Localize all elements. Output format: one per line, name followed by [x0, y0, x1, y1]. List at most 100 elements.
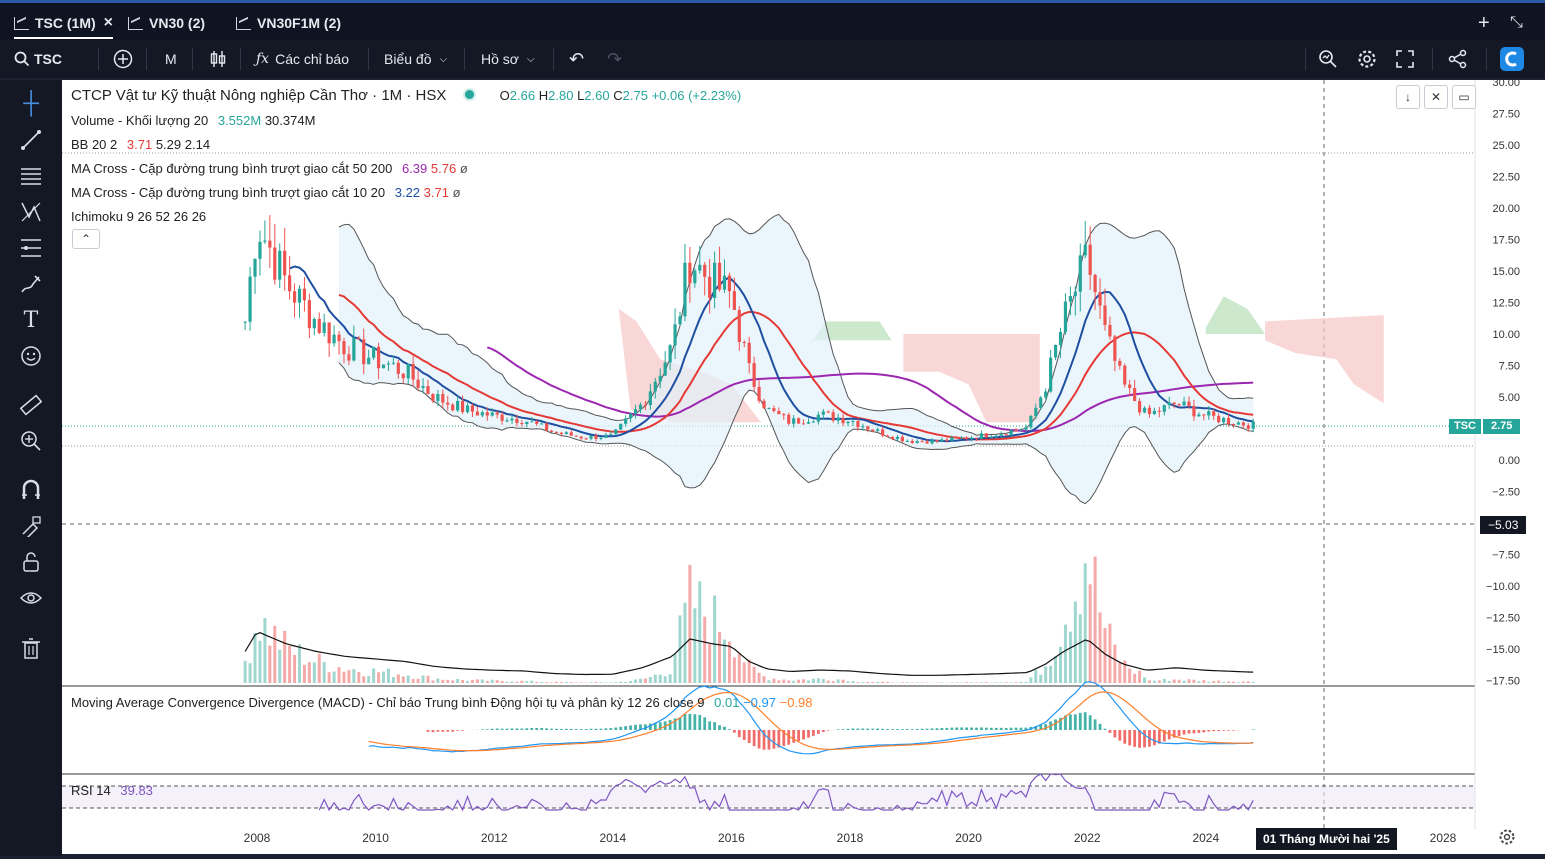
candle-body [762, 401, 765, 408]
candle-body [856, 421, 859, 427]
volume-bar [728, 642, 731, 683]
chart-type-label: Biểu đồ [384, 51, 431, 67]
legend-ma-cross-10-20[interactable]: MA Cross - Cặp đường trung bình trượt gi… [71, 185, 461, 200]
volume-bar [387, 669, 390, 683]
legend-bb[interactable]: BB 20 2 3.71 5.29 2.14 [71, 137, 210, 152]
macd-histogram-bar [916, 729, 919, 730]
undo-button[interactable]: ↶ [569, 40, 584, 78]
fib-icon[interactable] [18, 235, 44, 261]
eye-icon[interactable] [18, 585, 44, 611]
volume-bar [639, 679, 642, 683]
pattern-icon[interactable] [18, 199, 44, 225]
volume-bar [1024, 682, 1027, 683]
x-tick-label: 2014 [599, 831, 626, 845]
macd-histogram-bar [1207, 730, 1210, 732]
candle-body [520, 423, 523, 424]
candle-body [263, 241, 266, 242]
pane-down-button[interactable]: ↓ [1396, 85, 1420, 109]
unlock-icon[interactable] [18, 549, 44, 575]
candle-body [456, 401, 459, 410]
macd-histogram-bar [1094, 719, 1097, 730]
zoom-in-icon[interactable] [18, 428, 44, 454]
redo-button[interactable]: ↷ [607, 40, 622, 78]
candle-body [713, 263, 716, 298]
trendline-icon[interactable] [18, 127, 44, 153]
candle-type-button[interactable] [209, 40, 227, 78]
legend-name: MA Cross - Cặp đường trung bình trượt gi… [71, 185, 385, 200]
close-icon[interactable]: × [104, 14, 113, 32]
legend-ma-cross-50-200[interactable]: MA Cross - Cặp đường trung bình trượt gi… [71, 161, 468, 176]
indicators-button[interactable]: ƒx Các chỉ báo [256, 40, 349, 78]
volume-bar [847, 681, 850, 683]
add-tab-button[interactable]: + [1478, 9, 1490, 37]
candle-body [782, 414, 785, 415]
ruler-icon[interactable] [18, 392, 44, 418]
macd-histogram-bar [1109, 730, 1112, 733]
collapse-icon: ✕ [1431, 90, 1441, 104]
macd-histogram-bar [753, 730, 756, 746]
macd-histogram-bar [822, 730, 825, 732]
candle-body [955, 437, 958, 438]
legend-volume[interactable]: Volume - Khối lượng 20 3.552M 30.374M [71, 113, 315, 128]
candle-body [669, 345, 672, 362]
volume-bar [1103, 628, 1106, 683]
emoji-icon[interactable] [18, 343, 44, 369]
interval-button[interactable]: M [165, 40, 177, 78]
horizontal-lines-icon[interactable] [18, 163, 44, 189]
axis-settings-button[interactable] [1498, 828, 1518, 848]
volume-bar [629, 681, 632, 683]
chart-type-menu[interactable]: Biểu đồ ⌵ [384, 40, 447, 78]
macd-histogram-bar [1015, 728, 1018, 730]
share-button[interactable] [1448, 40, 1468, 78]
brush-icon[interactable] [18, 271, 44, 297]
candle-body [1252, 421, 1255, 428]
lock-draw-icon[interactable] [18, 513, 44, 539]
legend-ichimoku[interactable]: Ichimoku 9 26 52 26 26 [71, 209, 206, 224]
crosshair-icon[interactable]: ┼ [18, 90, 44, 116]
tab-tsc[interactable]: TSC (1M) × [14, 9, 113, 39]
y-tick-label: 5.00 [1499, 392, 1520, 404]
volume-bar [1084, 563, 1087, 683]
trash-icon[interactable] [18, 635, 44, 661]
text-icon[interactable]: T [18, 307, 44, 333]
volume-bar [1069, 632, 1072, 683]
profile-menu[interactable]: Hồ sơ ⌵ [481, 40, 535, 78]
volume-bar [950, 682, 953, 683]
brand-button[interactable] [1500, 40, 1524, 78]
macd-histogram-bar [1217, 730, 1220, 731]
tab-vn30f1m[interactable]: VN30F1M (2) [236, 9, 341, 37]
macd-histogram-bar [911, 729, 914, 730]
settings-button[interactable] [1357, 40, 1377, 78]
candle-body [525, 422, 528, 424]
macd-histogram-bar [560, 729, 563, 730]
candle-body [965, 437, 968, 438]
volume-bar [718, 632, 721, 683]
legend-rsi[interactable]: RSI 14 39.83 [71, 783, 153, 798]
volume-bar [856, 682, 859, 683]
candle-body [629, 414, 632, 419]
compare-button[interactable] [113, 40, 133, 78]
candle-body [767, 408, 770, 409]
collapse-icon[interactable]: ⤡ [1510, 9, 1523, 37]
tab-vn30[interactable]: VN30 (2) [128, 9, 205, 37]
volume-bar [254, 633, 257, 683]
macd-histogram-bar [520, 728, 523, 730]
pane-collapse-button[interactable]: ✕ [1424, 85, 1448, 109]
candle-body [644, 405, 647, 406]
pane-maximize-button[interactable]: ▭ [1452, 85, 1476, 109]
volume-bar [249, 663, 252, 683]
share-icon [1448, 49, 1468, 69]
volume-bar [1242, 682, 1245, 683]
candle-body [807, 422, 810, 424]
magnet-icon[interactable] [18, 477, 44, 503]
symbol-search[interactable]: TSC [14, 40, 62, 78]
legend-macd[interactable]: Moving Average Convergence Divergence (M… [71, 695, 813, 710]
chart-area[interactable]: 2.500.00−2.50 30.0027.5025.0022.5020.001… [62, 80, 1545, 854]
fullscreen-button[interactable] [1396, 40, 1414, 78]
zoom-search-button[interactable] [1318, 40, 1338, 78]
gear-icon [1357, 49, 1377, 69]
volume-bar [491, 680, 494, 683]
candle-body [1113, 336, 1116, 361]
collapse-legend-button[interactable]: ⌃ [72, 229, 100, 249]
candle-body [970, 438, 973, 439]
